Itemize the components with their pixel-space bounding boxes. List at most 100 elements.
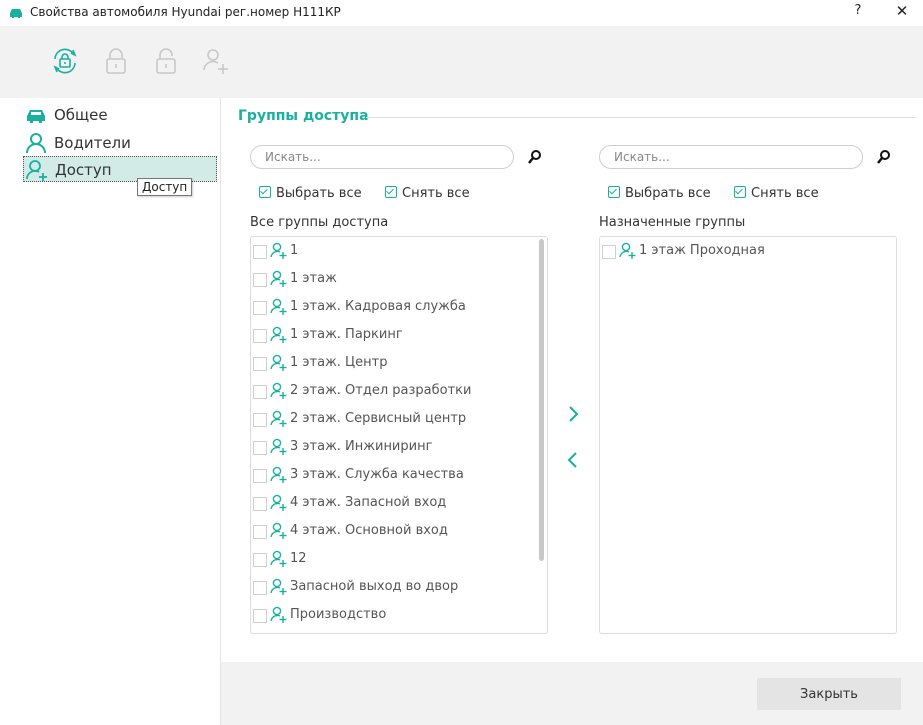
list-item-label: 1 этаж [290, 271, 337, 286]
list-item[interactable]: 1 этаж. Центр [251, 349, 547, 377]
access-group-icon [619, 242, 636, 259]
sidebar-item-label: Доступ [55, 161, 112, 179]
right-clear-all[interactable]: Снять все [734, 186, 819, 201]
select-all-label: Выбрать все [276, 186, 362, 201]
list-item[interactable]: 3 этаж. Служба качества [251, 461, 547, 489]
list-item-label: 2 этаж. Сервисный центр [290, 411, 467, 426]
item-checkbox[interactable] [253, 525, 267, 539]
list-item[interactable]: Запасной выход во двор [251, 573, 547, 601]
list-item-label: 4 этаж. Основной вход [290, 523, 448, 538]
check-icon [385, 186, 397, 198]
list-item-label: 1 этаж Проходная [639, 243, 765, 258]
list-item-label: 1 [290, 243, 299, 258]
item-checkbox[interactable] [253, 413, 267, 427]
item-checkbox[interactable] [253, 273, 267, 287]
item-checkbox[interactable] [253, 245, 267, 259]
list-item-label: 1 этаж. Паркинг [290, 327, 403, 342]
all-groups-list[interactable]: 1 1 этаж 1 этаж. Кадровая служба 1 этаж. Па… [250, 236, 548, 634]
item-checkbox[interactable] [253, 497, 267, 511]
list-item[interactable]: 2 этаж. Сервисный центр [251, 405, 547, 433]
main-panel: Группы доступа Выбрать все Снять все Выб… [221, 98, 923, 662]
check-icon [608, 186, 620, 198]
car-icon [10, 9, 22, 18]
chevron-left-icon[interactable] [566, 451, 580, 469]
list-item-label: 1 этаж. Центр [290, 355, 388, 370]
all-groups-label: Все группы доступа [250, 215, 389, 230]
assigned-groups-list[interactable]: 1 этаж Проходная [599, 236, 897, 634]
sidebar-item-label: Водители [54, 134, 131, 152]
access-group-icon [26, 160, 47, 181]
add-user-icon[interactable] [201, 46, 231, 76]
left-search-input[interactable] [265, 150, 495, 164]
list-item[interactable]: 4 этаж. Запасной вход [251, 489, 547, 517]
select-all-label: Выбрать все [625, 186, 711, 201]
item-checkbox[interactable] [253, 581, 267, 595]
access-group-icon [270, 522, 287, 539]
access-group-icon [270, 410, 287, 427]
search-icon[interactable] [876, 149, 892, 165]
list-item[interactable]: Производство [251, 601, 547, 629]
access-group-icon [270, 466, 287, 483]
title-bar: Свойства автомобиля Hyundai рег.номер Н1… [0, 0, 923, 26]
check-icon [259, 186, 271, 198]
list-item-label: 3 этаж. Инжиниринг [290, 439, 433, 454]
access-group-icon [270, 326, 287, 343]
item-checkbox[interactable] [253, 553, 267, 567]
list-item[interactable]: 1 [251, 237, 547, 265]
list-item[interactable]: 1 этаж [251, 265, 547, 293]
close-button[interactable]: Закрыть [757, 678, 901, 710]
person-icon [26, 133, 46, 154]
item-checkbox[interactable] [253, 357, 267, 371]
sidebar-item-general[interactable]: Общее [23, 102, 217, 128]
window-close-button[interactable]: ✕ [893, 2, 911, 20]
list-item[interactable]: 1 этаж. Паркинг [251, 321, 547, 349]
item-checkbox[interactable] [253, 385, 267, 399]
access-group-icon [270, 578, 287, 595]
sidebar-item-label: Общее [54, 106, 108, 124]
right-search-input[interactable] [614, 150, 844, 164]
access-group-icon [270, 606, 287, 623]
search-icon[interactable] [527, 149, 543, 165]
access-group-icon [270, 550, 287, 567]
item-checkbox[interactable] [253, 441, 267, 455]
toolbar [0, 26, 923, 98]
check-icon [734, 186, 746, 198]
left-select-all[interactable]: Выбрать все [259, 186, 362, 201]
access-group-icon [270, 354, 287, 371]
access-group-icon [270, 242, 287, 259]
item-checkbox[interactable] [602, 245, 616, 259]
left-search-field[interactable] [250, 145, 514, 169]
tooltip: Доступ [137, 178, 193, 196]
item-checkbox[interactable] [253, 609, 267, 623]
item-checkbox[interactable] [253, 301, 267, 315]
list-item-label: 2 этаж. Отдел разработки [290, 383, 472, 398]
help-button[interactable]: ? [850, 3, 866, 18]
access-group-icon [270, 494, 287, 511]
assigned-groups-label: Назначенные группы [599, 215, 746, 230]
footer: Закрыть [221, 662, 923, 725]
left-clear-all[interactable]: Снять все [385, 186, 470, 201]
right-select-all[interactable]: Выбрать все [608, 186, 711, 201]
list-item-label: 1 этаж. Кадровая служба [290, 299, 466, 314]
list-item[interactable]: 4 этаж. Основной вход [251, 517, 547, 545]
list-item[interactable]: 12 [251, 545, 547, 573]
unlock-icon[interactable] [151, 46, 181, 76]
list-item-label: Производство [290, 607, 387, 622]
chevron-right-icon[interactable] [566, 405, 580, 423]
lock-icon[interactable] [101, 46, 131, 76]
list-item[interactable]: 1 этаж. Кадровая служба [251, 293, 547, 321]
item-checkbox[interactable] [253, 329, 267, 343]
list-item[interactable]: 1 этаж Проходная [600, 237, 896, 265]
right-search-field[interactable] [599, 145, 863, 169]
item-checkbox[interactable] [253, 469, 267, 483]
clear-all-label: Снять все [751, 186, 819, 201]
list-item-label: Запасной выход во двор [290, 579, 459, 594]
access-group-icon [270, 382, 287, 399]
sidebar-item-drivers[interactable]: Водители [23, 130, 217, 156]
section-title: Группы доступа [238, 108, 369, 124]
car-icon [27, 110, 45, 123]
list-item[interactable]: 2 этаж. Отдел разработки [251, 377, 547, 405]
sync-lock-icon[interactable] [50, 46, 80, 76]
list-item-label: 3 этаж. Служба качества [290, 467, 464, 482]
list-item[interactable]: 3 этаж. Инжиниринг [251, 433, 547, 461]
